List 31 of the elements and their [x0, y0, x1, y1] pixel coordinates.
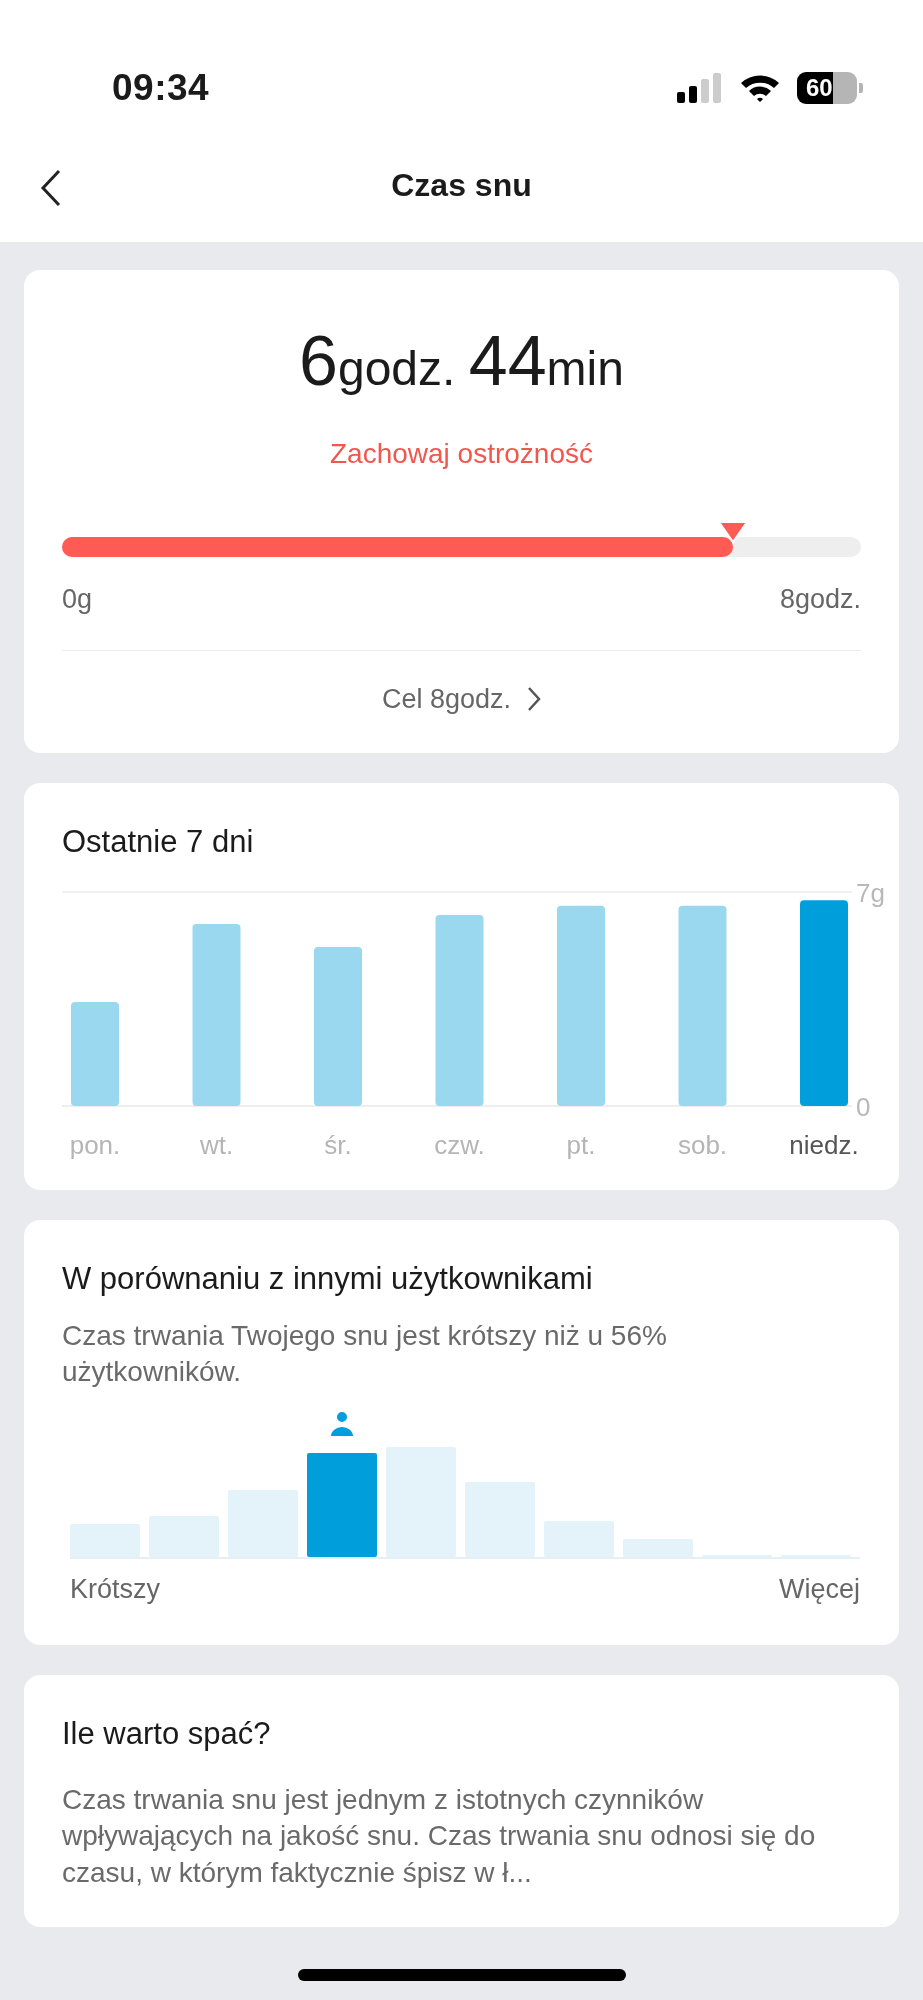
status-text: Zachowaj ostrożność: [330, 438, 593, 469]
axis-label: 7g: [856, 881, 885, 908]
shorter-label: Krótszy: [70, 1572, 161, 1606]
hours-value: 6: [299, 322, 338, 400]
scale-max-label: 8godz.: [779, 583, 861, 616]
day-label: czw.: [434, 1129, 485, 1160]
day-label: niedz.: [789, 1129, 859, 1160]
card-title: Ile warto spać?: [62, 1716, 271, 1752]
day-label: śr.: [324, 1129, 352, 1160]
info-text: Czas trwania snu jest jednym z istotnych czynników wpływających na jakość snu. Czas trwania snu odnosi się do czasu, w którym faktycznie śpisz w ł...: [62, 1782, 817, 1890]
status-time: 09:34: [112, 66, 210, 111]
hours-unit: godz.: [337, 342, 456, 395]
axis-label: 0: [856, 1091, 871, 1122]
goal-button[interactable]: Cel 8godz.: [381, 678, 542, 719]
comparison-text: Czas trwania Twojego snu jest krótszy niż u 56% użytkowników.: [62, 1319, 668, 1390]
wifi-icon: [739, 73, 781, 103]
chevron-right-icon: [527, 685, 542, 712]
page-title: Czas snu: [391, 166, 532, 205]
card-title: Ostatnie 7 dni: [62, 824, 254, 859]
minutes-unit: min: [546, 342, 624, 395]
card-title: W porównaniu z innymi użytkownikami: [62, 1260, 593, 1296]
minutes-value: 44: [468, 322, 547, 400]
day-label: wt.: [199, 1129, 234, 1160]
back-icon[interactable]: [40, 169, 62, 207]
day-label: pt.: [566, 1129, 596, 1160]
signal-icon: [677, 73, 723, 103]
day-label: pon.: [69, 1129, 121, 1160]
scale-min-label: 0g: [62, 583, 93, 616]
longer-label: Więcej: [779, 1572, 860, 1606]
battery-level: 60: [806, 73, 833, 103]
day-label: sob.: [677, 1129, 728, 1160]
